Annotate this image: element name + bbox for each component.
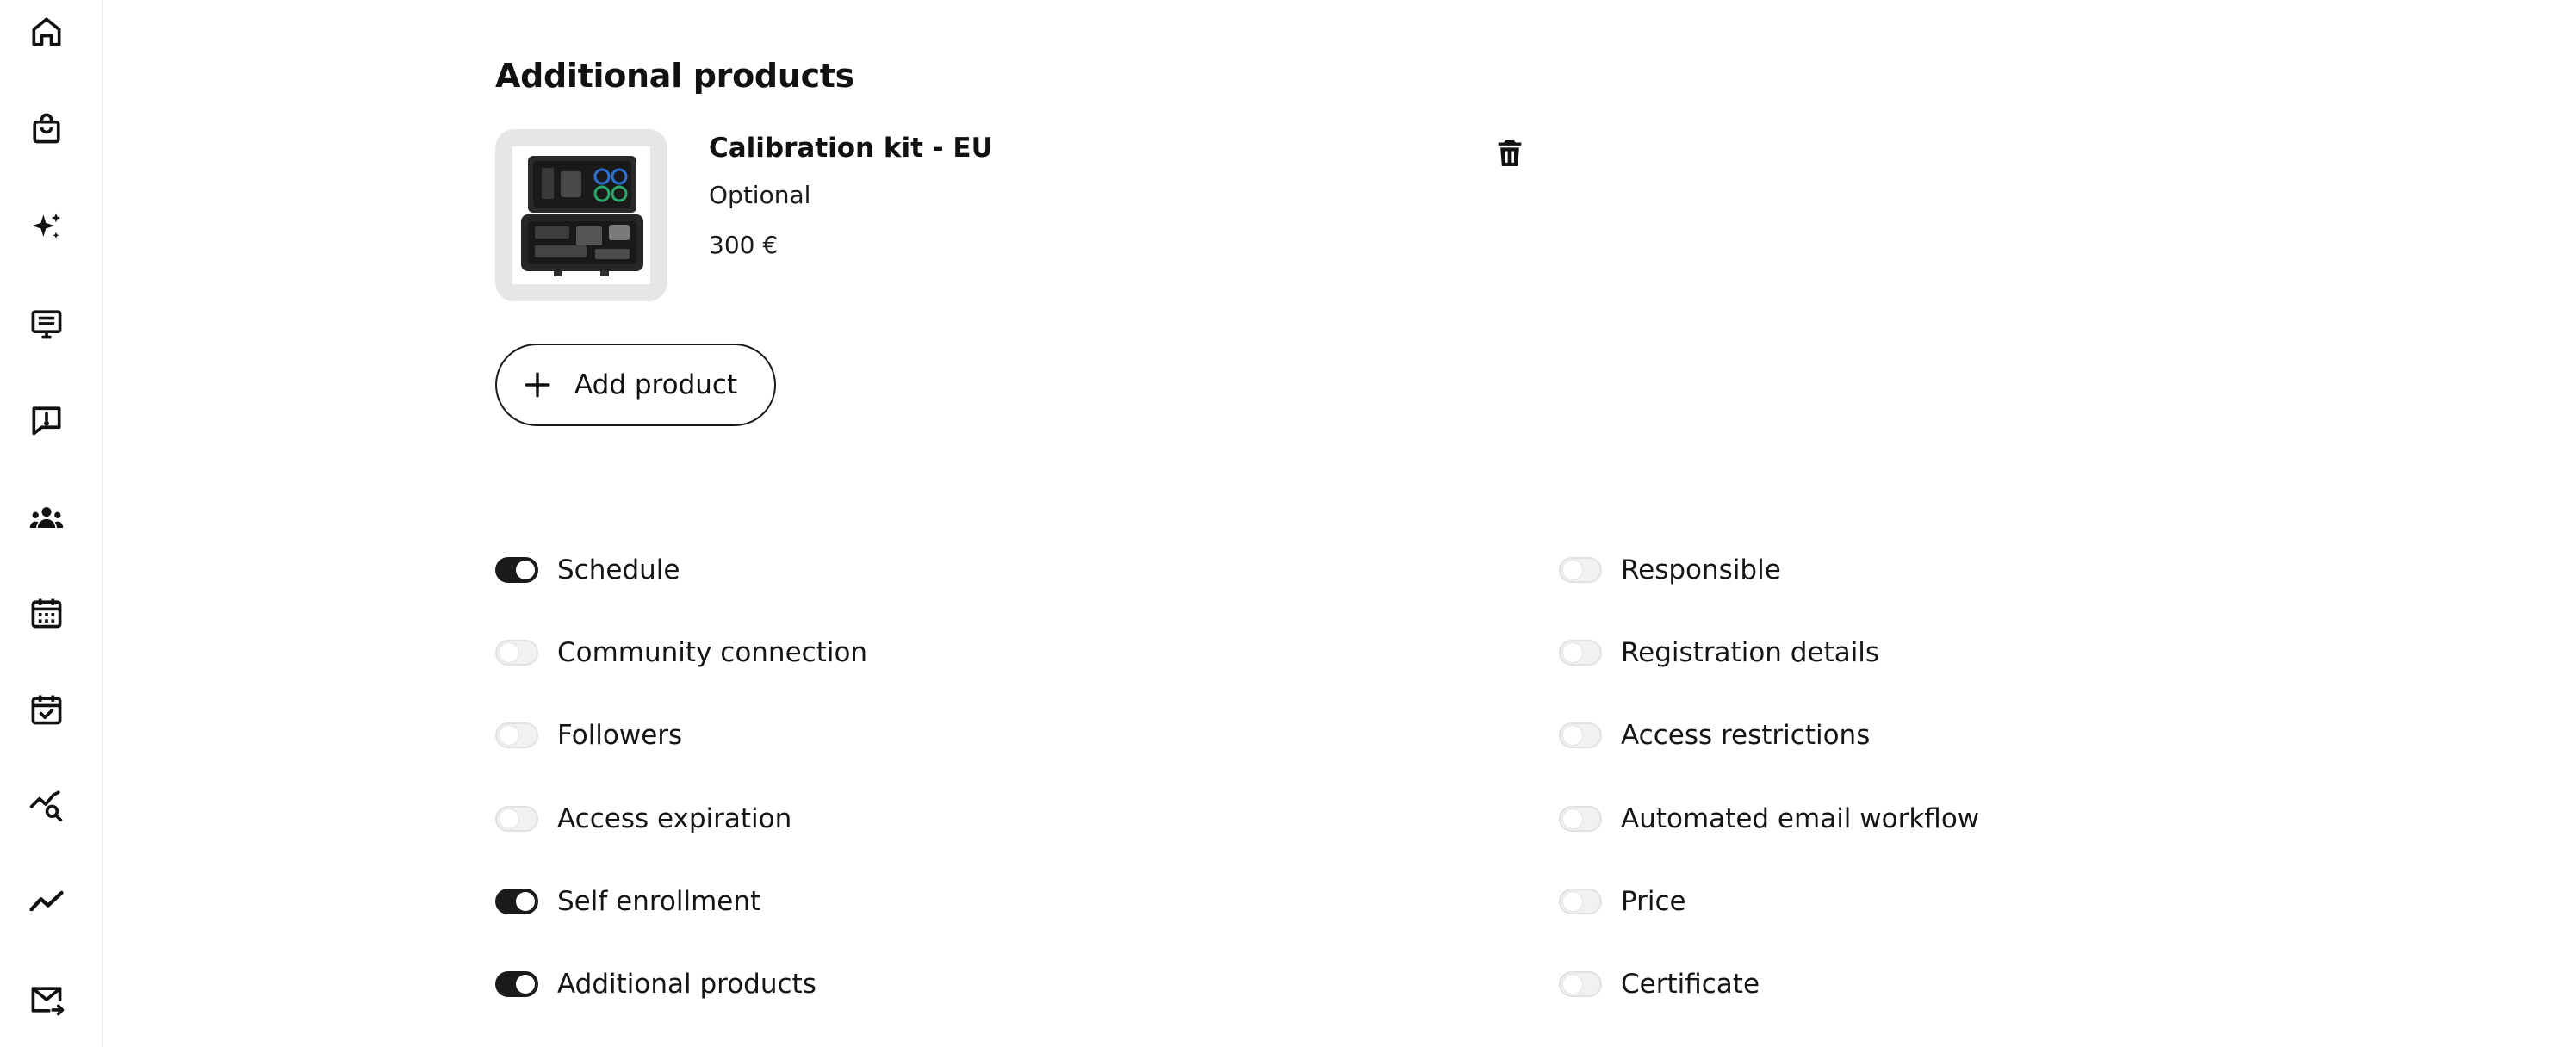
sidebar-item-shop[interactable] bbox=[19, 101, 74, 156]
toggle-switch[interactable] bbox=[1559, 722, 1602, 748]
toggle-community-connection[interactable]: Community connection bbox=[495, 627, 867, 678]
toggle-switch[interactable] bbox=[495, 722, 538, 748]
toggle-label: Community connection bbox=[557, 637, 868, 668]
toggle-schedule[interactable]: Schedule bbox=[495, 544, 680, 596]
toggle-automated-email-workflow[interactable]: Automated email workflow bbox=[1559, 793, 1979, 845]
toggle-followers[interactable]: Followers bbox=[495, 709, 682, 761]
product-thumbnail bbox=[495, 129, 667, 301]
toggle-switch[interactable] bbox=[495, 971, 538, 997]
toggle-additional-products[interactable]: Additional products bbox=[495, 958, 816, 1010]
toggle-label: Price bbox=[1621, 886, 1686, 917]
sidebar-item-calendar[interactable] bbox=[19, 585, 74, 641]
toggle-switch[interactable] bbox=[495, 557, 538, 583]
add-product-button[interactable]: Add product bbox=[495, 344, 776, 426]
product-optional-label: Optional bbox=[709, 181, 811, 209]
sidebar-item-messages[interactable] bbox=[19, 972, 74, 1027]
sidebar-item-ai[interactable] bbox=[19, 200, 74, 255]
sparkles-icon bbox=[32, 213, 61, 239]
toggle-label: Registration details bbox=[1621, 637, 1880, 668]
toggle-label: Access expiration bbox=[557, 803, 792, 834]
users-icon bbox=[29, 507, 64, 528]
shopping-bag-icon bbox=[33, 113, 60, 144]
sidebar-item-home[interactable] bbox=[19, 4, 74, 59]
toggle-access-restrictions[interactable]: Access restrictions bbox=[1559, 709, 1870, 761]
toggle-switch[interactable] bbox=[1559, 557, 1602, 583]
toggle-switch[interactable] bbox=[1559, 889, 1602, 914]
toggle-switch[interactable] bbox=[1559, 806, 1602, 832]
sidebar-item-reports[interactable] bbox=[19, 874, 74, 929]
sidebar-item-events[interactable] bbox=[19, 682, 74, 737]
toggle-label: Automated email workflow bbox=[1621, 803, 1980, 834]
toggle-certificate[interactable]: Certificate bbox=[1559, 958, 1760, 1010]
toggle-switch[interactable] bbox=[1559, 640, 1602, 666]
calendar-icon bbox=[31, 598, 62, 629]
sidebar-item-courses[interactable] bbox=[19, 296, 74, 351]
presentation-icon bbox=[31, 310, 62, 339]
toggle-label: Certificate bbox=[1621, 969, 1760, 1000]
toggle-label: Self enrollment bbox=[557, 886, 761, 917]
toggle-price[interactable]: Price bbox=[1559, 876, 1686, 927]
toggle-switch[interactable] bbox=[1559, 971, 1602, 997]
section-title: Additional products bbox=[495, 57, 854, 95]
toggle-switch[interactable] bbox=[495, 806, 538, 832]
toggle-switch[interactable] bbox=[495, 889, 538, 914]
sidebar-item-insights[interactable] bbox=[19, 778, 74, 833]
toggle-responsible[interactable]: Responsible bbox=[1559, 544, 1781, 596]
feedback-icon bbox=[32, 406, 61, 436]
toggle-label: Access restrictions bbox=[1621, 720, 1871, 751]
toggle-switch[interactable] bbox=[495, 640, 538, 666]
calendar-check-icon bbox=[31, 695, 62, 725]
toggle-access-expiration[interactable]: Access expiration bbox=[495, 793, 791, 845]
calibration-kit-image bbox=[521, 156, 643, 276]
toggle-registration-details[interactable]: Registration details bbox=[1559, 627, 1879, 678]
home-icon bbox=[32, 17, 61, 46]
product-name: Calibration kit - EU bbox=[709, 133, 993, 164]
toggle-label: Followers bbox=[557, 720, 683, 751]
toggle-label: Schedule bbox=[557, 554, 680, 585]
toggle-self-enrollment[interactable]: Self enrollment bbox=[495, 876, 760, 927]
mail-forward-icon bbox=[31, 987, 65, 1016]
sidebar-nav bbox=[0, 0, 103, 1047]
delete-product-button[interactable] bbox=[1487, 131, 1532, 176]
product-price: 300 € bbox=[709, 231, 779, 259]
plus-icon bbox=[525, 372, 550, 398]
add-product-label: Add product bbox=[574, 369, 738, 400]
sidebar-item-feedback[interactable] bbox=[19, 393, 74, 448]
sidebar-item-community[interactable] bbox=[19, 491, 74, 546]
toggle-label: Responsible bbox=[1621, 554, 1781, 585]
trash-icon bbox=[1498, 140, 1522, 166]
trend-line-icon bbox=[29, 890, 64, 912]
product-card: Calibration kit - EU Optional 300 € bbox=[495, 129, 1537, 301]
toggle-label: Additional products bbox=[557, 969, 816, 1000]
analytics-search-icon bbox=[29, 790, 63, 822]
